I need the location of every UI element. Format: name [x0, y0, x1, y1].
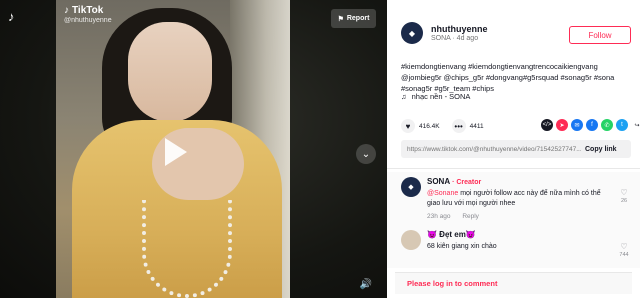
comment-item: ◆ SONA · Creator @Sonane mọi người follo… — [401, 177, 615, 220]
comment-avatar[interactable]: ◆ — [401, 177, 421, 197]
comment-item: 😈 Đẹt em😈 68 kiên giang xin chào — [401, 230, 615, 252]
music-info[interactable]: ♫ nhạc nền - SONA — [401, 92, 470, 101]
watermark-title: TikTok — [72, 5, 104, 16]
reply-button[interactable]: Reply — [462, 213, 479, 220]
video-watermark: ♪ TikTok @nhuthuyenne — [64, 5, 112, 24]
comment-count: 4411 — [469, 122, 484, 130]
volume-icon[interactable]: 🔊 — [358, 276, 374, 292]
heart-icon[interactable]: ♥ — [401, 119, 415, 133]
twitter-icon[interactable]: t — [616, 119, 628, 131]
comment-mention[interactable]: @Sonane — [427, 190, 458, 197]
comment-like[interactable]: ♡ 744 — [617, 242, 631, 258]
login-to-comment[interactable]: Please log in to comment — [395, 272, 632, 294]
comment-text: 68 kiên giang xin chào — [427, 243, 497, 250]
video-scene-face — [128, 22, 212, 122]
music-note-icon: ♫ — [401, 92, 407, 101]
comment-author[interactable]: 😈 Đẹt em😈 — [427, 230, 615, 239]
flag-icon: ⚑ — [337, 15, 344, 23]
author-meta: SONA · 4d ago — [431, 35, 479, 42]
share-more-icon[interactable]: ↪ — [631, 119, 640, 131]
heart-outline-icon[interactable]: ♡ — [620, 242, 627, 251]
embed-icon[interactable]: </> — [541, 119, 553, 131]
comment-avatar[interactable] — [401, 230, 421, 250]
tiktok-logo-icon[interactable]: ♪ — [8, 9, 22, 24]
author-username[interactable]: nhuthuyenne — [431, 24, 488, 34]
video-details-panel: ◆ nhuthuyenne SONA · 4d ago Follow #kiem… — [387, 0, 640, 298]
comment-text: @Sonane mọi người follow acc này để nữa … — [427, 189, 615, 209]
author-avatar[interactable]: ◆ — [401, 22, 423, 44]
copy-link-box: https://www.tiktok.com/@nhuthuyenne/vide… — [401, 140, 631, 158]
comment-like-count: 744 — [619, 252, 629, 258]
report-button[interactable]: ⚑ Report — [331, 9, 376, 28]
comments-list[interactable]: ◆ SONA · Creator @Sonane mọi người follo… — [387, 172, 640, 268]
video-player[interactable]: ♪ ♪ TikTok @nhuthuyenne ⚑ Report ⌄ 🔊 — [0, 0, 387, 298]
creator-badge: · Creator — [452, 179, 482, 186]
facebook-icon[interactable]: f — [586, 119, 598, 131]
watermark-user: @nhuthuyenne — [64, 17, 112, 24]
video-link-url[interactable]: https://www.tiktok.com/@nhuthuyenne/vide… — [401, 146, 581, 153]
copy-link-button[interactable]: Copy link — [585, 146, 617, 153]
report-label: Report — [346, 15, 370, 22]
video-description: #kiemdongtienvang #kiemdongtienvangtrenc… — [401, 62, 615, 93]
comment-author[interactable]: SONA — [427, 177, 450, 186]
video-scene-pearls — [142, 200, 232, 298]
comment-like[interactable]: ♡ 26 — [617, 188, 631, 204]
watermark-logo-icon: ♪ — [64, 5, 69, 16]
follow-button[interactable]: Follow — [569, 26, 631, 44]
comment-icon[interactable]: ••• — [451, 119, 466, 133]
messenger-icon[interactable]: ✉ — [571, 119, 583, 131]
chevron-down-icon[interactable]: ⌄ — [356, 144, 376, 164]
engagement-bar: ♥ 416.4K ••• 4411 — [401, 119, 496, 133]
like-count: 416.4K — [419, 122, 440, 130]
heart-outline-icon[interactable]: ♡ — [620, 188, 627, 197]
comment-like-count: 26 — [620, 198, 628, 204]
share-icons: </> ➤ ✉ f ✆ t ↪ — [541, 119, 640, 131]
send-icon[interactable]: ➤ — [556, 119, 568, 131]
music-title[interactable]: nhạc nền - SONA — [412, 92, 471, 101]
author-info[interactable]: ◆ nhuthuyenne SONA · 4d ago — [401, 22, 488, 44]
whatsapp-icon[interactable]: ✆ — [601, 119, 613, 131]
comment-time: 23h ago — [427, 213, 451, 220]
play-icon[interactable] — [165, 138, 187, 166]
divider — [387, 168, 640, 169]
